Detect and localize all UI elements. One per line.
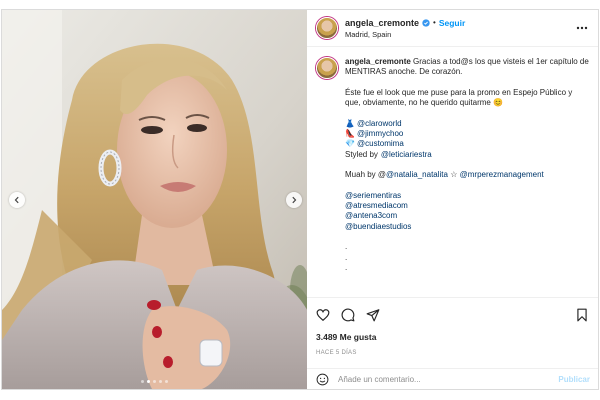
- location-link[interactable]: Madrid, Spain: [345, 30, 574, 39]
- tag-handle[interactable]: @buendiaestudios: [345, 222, 589, 232]
- tag-handle[interactable]: @antena3com: [345, 211, 589, 221]
- post-header-info: angela_cremonte • Seguir Madrid, Spain: [345, 18, 574, 39]
- dot-line: .: [345, 252, 348, 262]
- comment-icon[interactable]: [341, 308, 355, 322]
- add-comment-bar: Publicar: [307, 368, 598, 390]
- comment-input[interactable]: [338, 375, 559, 384]
- caption-username[interactable]: angela_cremonte: [345, 57, 411, 66]
- carousel-dot: [165, 380, 168, 383]
- credit-handle[interactable]: @customima: [357, 139, 404, 149]
- credit-handle[interactable]: @jimmychoo: [357, 129, 403, 139]
- post-timestamp: HACE 5 DÍAS: [316, 350, 357, 356]
- credit-item: 👠 @jimmychoo: [345, 129, 589, 139]
- styled-by-label: Styled by: [345, 149, 378, 159]
- caption: angela_cremonte Gracias a tod@s los que …: [345, 57, 589, 295]
- verified-badge-icon: [422, 18, 430, 27]
- bookmark-icon[interactable]: [575, 308, 589, 322]
- post-actions: 3.489 Me gusta HACE 5 DÍAS: [307, 297, 598, 356]
- carousel-dot: [141, 380, 144, 383]
- emoji-smile-icon[interactable]: [316, 373, 329, 386]
- smile-emoji: 😊: [493, 98, 504, 108]
- caption-line-2: Éste fue el look que me puse para la pro…: [345, 87, 573, 108]
- username-link[interactable]: angela_cremonte: [345, 18, 419, 28]
- carousel-prev-button[interactable]: [9, 192, 25, 208]
- tag-handle[interactable]: @seriementiras: [345, 191, 589, 201]
- credits-list: 👗 @claroworld 👠 @jimmychoo 💎 @customima …: [345, 119, 589, 161]
- star-glyph: ☆: [450, 170, 458, 180]
- more-options-button[interactable]: [574, 23, 590, 33]
- chevron-left-icon: [14, 196, 19, 204]
- muah-handle-2[interactable]: @mrperezmanagement: [460, 170, 544, 179]
- tags-list: @seriementiras @atresmediacom @antena3co…: [345, 191, 589, 233]
- dot-line: .: [345, 242, 348, 252]
- comments-area: angela_cremonte Gracias a tod@s los que …: [307, 47, 598, 295]
- carousel-dot-active: [147, 380, 150, 383]
- credit-item: 💎 @customima: [345, 139, 589, 149]
- gem-emoji: 💎: [345, 139, 355, 149]
- separator-dot: •: [433, 18, 436, 27]
- styled-by-line: Styled by @leticiariestra: [345, 150, 589, 160]
- styled-by-handle[interactable]: @leticiariestra: [381, 150, 432, 160]
- post-photo: [2, 10, 307, 389]
- carousel-indicator: [2, 380, 307, 383]
- post-dialog: angela_cremonte • Seguir Madrid, Spain a…: [1, 9, 599, 390]
- post-media[interactable]: [2, 10, 307, 389]
- credit-item: 👗 @claroworld: [345, 119, 589, 129]
- dot-line: .: [345, 263, 348, 273]
- carousel-dot: [159, 380, 162, 383]
- carousel-dot: [153, 380, 156, 383]
- carousel-next-button[interactable]: [286, 192, 302, 208]
- more-horizontal-icon: [576, 26, 588, 30]
- follow-button[interactable]: Seguir: [439, 18, 465, 28]
- dots-list: . . .: [345, 242, 589, 273]
- dress-emoji: 👗: [345, 118, 355, 128]
- heart-icon[interactable]: [316, 308, 330, 322]
- avatar[interactable]: [316, 17, 338, 39]
- post-sidebar: angela_cremonte • Seguir Madrid, Spain a…: [307, 10, 598, 389]
- muah-prefix: Muah by @: [345, 170, 387, 180]
- muah-handle[interactable]: @natalia_natalita: [386, 170, 448, 179]
- tag-handle[interactable]: @atresmediacom: [345, 201, 589, 211]
- publish-button[interactable]: Publicar: [558, 375, 590, 384]
- share-icon[interactable]: [366, 308, 380, 322]
- credit-handle[interactable]: @claroworld: [357, 119, 402, 129]
- chevron-right-icon: [292, 196, 297, 204]
- caption-avatar[interactable]: [316, 57, 338, 79]
- post-header: angela_cremonte • Seguir Madrid, Spain: [307, 10, 598, 47]
- shoe-emoji: 👠: [345, 129, 355, 139]
- likes-count[interactable]: 3.489 Me gusta: [316, 332, 589, 342]
